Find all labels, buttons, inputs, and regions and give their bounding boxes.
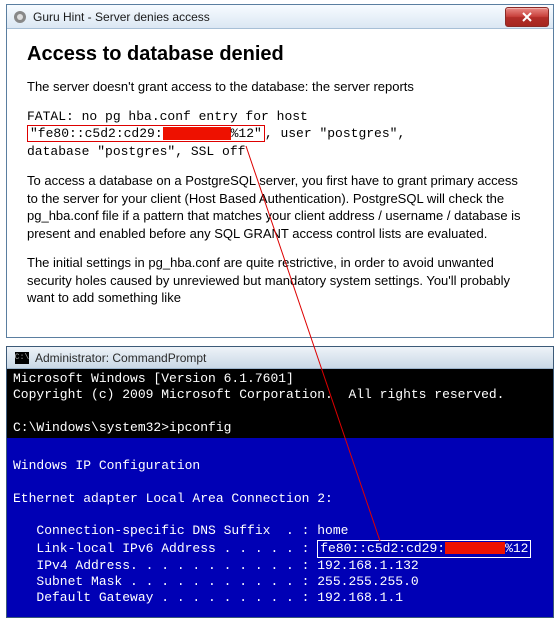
fatal-line-3: database "postgres", SSL off [27, 144, 245, 159]
fatal-line-1: FATAL: no pg hba.conf entry for host [27, 109, 308, 124]
ipv4-label: IPv4 Address. . . . . . . . . . . : [13, 558, 317, 573]
highlighted-link-local: fe80::c5d2:cd29: %12 [317, 540, 531, 558]
guru-hint-titlebar[interactable]: Guru Hint - Server denies access [7, 5, 553, 29]
gateway-value: 192.168.1.1 [317, 590, 403, 605]
link-local-prefix: fe80::c5d2:cd29: [320, 541, 445, 556]
error-heading: Access to database denied [27, 43, 531, 66]
guru-hint-title: Guru Hint - Server denies access [33, 10, 505, 24]
prompt-line: C:\Windows\system32>ipconfig [13, 420, 231, 435]
dns-suffix-value: home [317, 523, 348, 538]
host-prefix: "fe80::c5d2:cd29: [30, 126, 163, 141]
copyright-line: Copyright (c) 2009 Microsoft Corporation… [13, 387, 504, 402]
guru-hint-body: Access to database denied The server doe… [7, 29, 553, 337]
link-local-label: Link-local IPv6 Address . . . . . : [13, 541, 317, 556]
close-button[interactable] [505, 7, 549, 27]
adapter-heading: Ethernet adapter Local Area Connection 2… [13, 491, 333, 506]
link-local-suffix: %12 [505, 541, 528, 556]
ipv4-value: 192.168.1.132 [317, 558, 418, 573]
cmd-icon: C:\ [15, 352, 29, 364]
close-icon [522, 12, 532, 22]
error-intro: The server doesn't grant access to the d… [27, 78, 531, 96]
subnet-mask-label: Subnet Mask . . . . . . . . . . . : [13, 574, 317, 589]
command-prompt-window: C:\ Administrator: CommandPrompt Microso… [6, 346, 554, 618]
host-suffix: %12" [231, 126, 262, 141]
dns-suffix-label: Connection-specific DNS Suffix . : [13, 523, 317, 538]
gateway-label: Default Gateway . . . . . . . . . : [13, 590, 317, 605]
redacted-segment [163, 127, 231, 140]
highlighted-host: "fe80::c5d2:cd29: %12" [27, 125, 265, 142]
command-prompt-title: Administrator: CommandPrompt [35, 351, 206, 365]
ipconfig-heading: Windows IP Configuration [13, 458, 200, 473]
subnet-mask-value: 255.255.255.0 [317, 574, 418, 589]
terminal-output[interactable]: Microsoft Windows [Version 6.1.7601] Cop… [7, 369, 553, 617]
command-prompt-titlebar[interactable]: C:\ Administrator: CommandPrompt [7, 347, 553, 369]
app-icon [13, 10, 27, 24]
explanation-para-1: To access a database on a PostgreSQL ser… [27, 172, 531, 242]
fatal-message: FATAL: no pg hba.conf entry for host "fe… [27, 108, 531, 161]
guru-hint-window: Guru Hint - Server denies access Access … [6, 4, 554, 338]
win-version-line: Microsoft Windows [Version 6.1.7601] [13, 371, 294, 386]
explanation-para-2: The initial settings in pg_hba.conf are … [27, 254, 531, 307]
fatal-tail: , user "postgres", [265, 126, 405, 141]
redacted-segment-2 [445, 542, 505, 554]
